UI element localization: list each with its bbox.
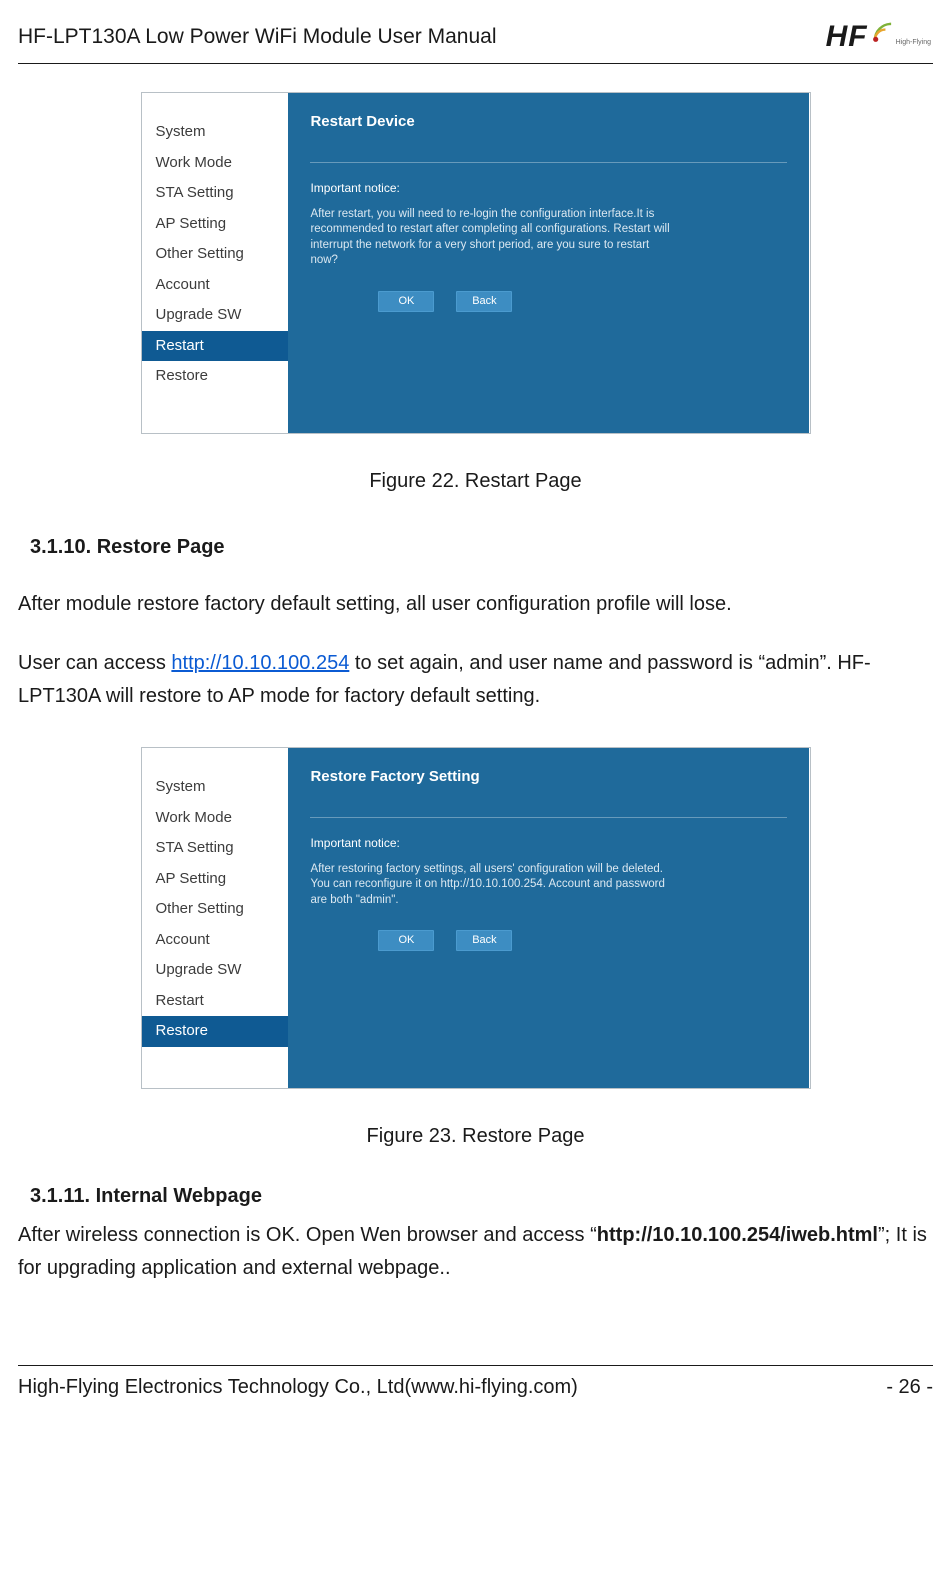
sidebar-item-upgrade-sw[interactable]: Upgrade SW: [142, 300, 289, 331]
figure-23-screenshot: SystemWork ModeSTA SettingAP SettingOthe…: [141, 747, 811, 1089]
sidebar-item-other-setting[interactable]: Other Setting: [142, 894, 289, 925]
sidebar-item-account[interactable]: Account: [142, 925, 289, 956]
fig23-panel: Restore Factory Setting Important notice…: [288, 748, 809, 1088]
p2-a: User can access: [18, 652, 171, 674]
fig23-panel-title: Restore Factory Setting: [310, 766, 787, 789]
figure-23-caption: Figure 23. Restore Page: [18, 1121, 933, 1151]
fig22-sidebar: SystemWork ModeSTA SettingAP SettingOthe…: [142, 93, 289, 433]
sidebar-item-sta-setting[interactable]: STA Setting: [142, 833, 289, 864]
sidebar-item-work-mode[interactable]: Work Mode: [142, 148, 289, 179]
wifi-icon: [870, 19, 896, 55]
sidebar-item-sta-setting[interactable]: STA Setting: [142, 178, 289, 209]
sidebar-item-restore[interactable]: Restore: [142, 1016, 289, 1047]
section-3-1-11-heading: 3.1.11. Internal Webpage: [30, 1181, 933, 1211]
fig23-back-button[interactable]: Back: [456, 930, 512, 951]
config-url-link[interactable]: http://10.10.100.254: [171, 652, 349, 674]
figure-22-screenshot: SystemWork ModeSTA SettingAP SettingOthe…: [141, 92, 811, 434]
section-3-1-10-p1: After module restore factory default set…: [18, 588, 933, 621]
fig23-panel-rule: [310, 817, 787, 818]
p3-a: After wireless connection is OK. Open We…: [18, 1224, 597, 1246]
page-number: - 26 -: [886, 1372, 933, 1402]
section-3-1-10-p2: User can access http://10.10.100.254 to …: [18, 647, 933, 713]
sidebar-item-upgrade-sw[interactable]: Upgrade SW: [142, 955, 289, 986]
sidebar-item-restore[interactable]: Restore: [142, 361, 289, 392]
section-3-1-10-heading: 3.1.10. Restore Page: [30, 532, 933, 562]
sidebar-item-ap-setting[interactable]: AP Setting: [142, 864, 289, 895]
sidebar-item-other-setting[interactable]: Other Setting: [142, 239, 289, 270]
logo-subtext: High-Flying: [896, 38, 931, 49]
sidebar-item-ap-setting[interactable]: AP Setting: [142, 209, 289, 240]
logo: HF High-Flying: [826, 14, 933, 59]
fig22-notice-body: After restart, you will need to re-login…: [310, 207, 670, 269]
sidebar-item-work-mode[interactable]: Work Mode: [142, 803, 289, 834]
sidebar-item-account[interactable]: Account: [142, 270, 289, 301]
page-header: HF-LPT130A Low Power WiFi Module User Ma…: [18, 14, 933, 59]
fig22-ok-button[interactable]: OK: [378, 291, 434, 312]
fig22-back-button[interactable]: Back: [456, 291, 512, 312]
fig23-notice-label: Important notice:: [310, 834, 787, 852]
header-rule: [18, 63, 933, 64]
fig22-panel-title: Restart Device: [310, 111, 787, 134]
footer-company: High-Flying Electronics Technology Co., …: [18, 1372, 578, 1402]
fig22-panel-rule: [310, 162, 787, 163]
figure-22-caption: Figure 22. Restart Page: [18, 466, 933, 496]
fig23-notice-body: After restoring factory settings, all us…: [310, 862, 670, 909]
doc-title: HF-LPT130A Low Power WiFi Module User Ma…: [18, 21, 497, 53]
fig23-ok-button[interactable]: OK: [378, 930, 434, 951]
sidebar-item-restart[interactable]: Restart: [142, 986, 289, 1017]
iweb-url: http://10.10.100.254/iweb.html: [597, 1224, 878, 1246]
section-3-1-11-p: After wireless connection is OK. Open We…: [18, 1219, 933, 1285]
sidebar-item-restart[interactable]: Restart: [142, 331, 289, 362]
fig22-panel: Restart Device Important notice: After r…: [288, 93, 809, 433]
sidebar-item-system[interactable]: System: [142, 772, 289, 803]
fig23-sidebar: SystemWork ModeSTA SettingAP SettingOthe…: [142, 748, 289, 1088]
fig22-notice-label: Important notice:: [310, 179, 787, 197]
sidebar-item-system[interactable]: System: [142, 117, 289, 148]
logo-text: HF: [826, 14, 868, 59]
